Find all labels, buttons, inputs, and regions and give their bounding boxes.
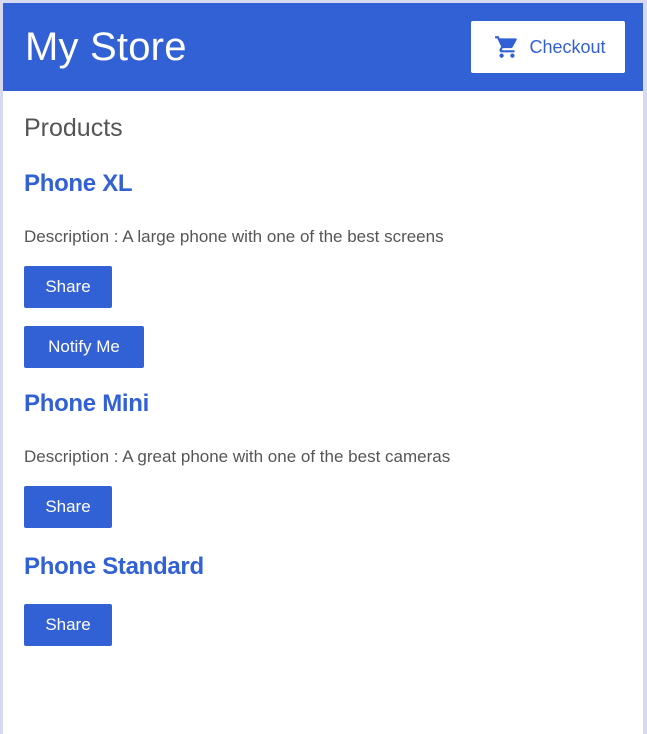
checkout-label: Checkout [529, 36, 606, 57]
product-name-link[interactable]: Phone XL [24, 169, 133, 199]
share-button[interactable]: Share [24, 604, 112, 646]
product-phone-standard: Phone Standard Share [24, 528, 622, 646]
checkout-button[interactable]: Checkout [471, 21, 625, 73]
product-name-link[interactable]: Phone Mini [24, 389, 149, 419]
product-phone-mini: Phone Mini Description : A great phone w… [24, 368, 622, 528]
app-window: My Store Checkout Products Phone XL Desc… [0, 0, 647, 734]
product-name-link[interactable]: Phone Standard [24, 552, 204, 582]
store-title[interactable]: My Store [25, 27, 187, 67]
shopping-cart-icon [494, 34, 520, 60]
products-content: Products Phone XL Description : A large … [3, 91, 643, 646]
top-bar: My Store Checkout [3, 3, 643, 91]
notify-me-button[interactable]: Notify Me [24, 326, 144, 368]
products-heading: Products [24, 114, 123, 142]
product-description: Description : A great phone with one of … [24, 447, 451, 466]
product-description: Description : A large phone with one of … [24, 227, 444, 246]
share-button[interactable]: Share [24, 486, 112, 528]
share-button[interactable]: Share [24, 266, 112, 308]
product-phone-xl: Phone XL Description : A large phone wit… [24, 143, 622, 368]
